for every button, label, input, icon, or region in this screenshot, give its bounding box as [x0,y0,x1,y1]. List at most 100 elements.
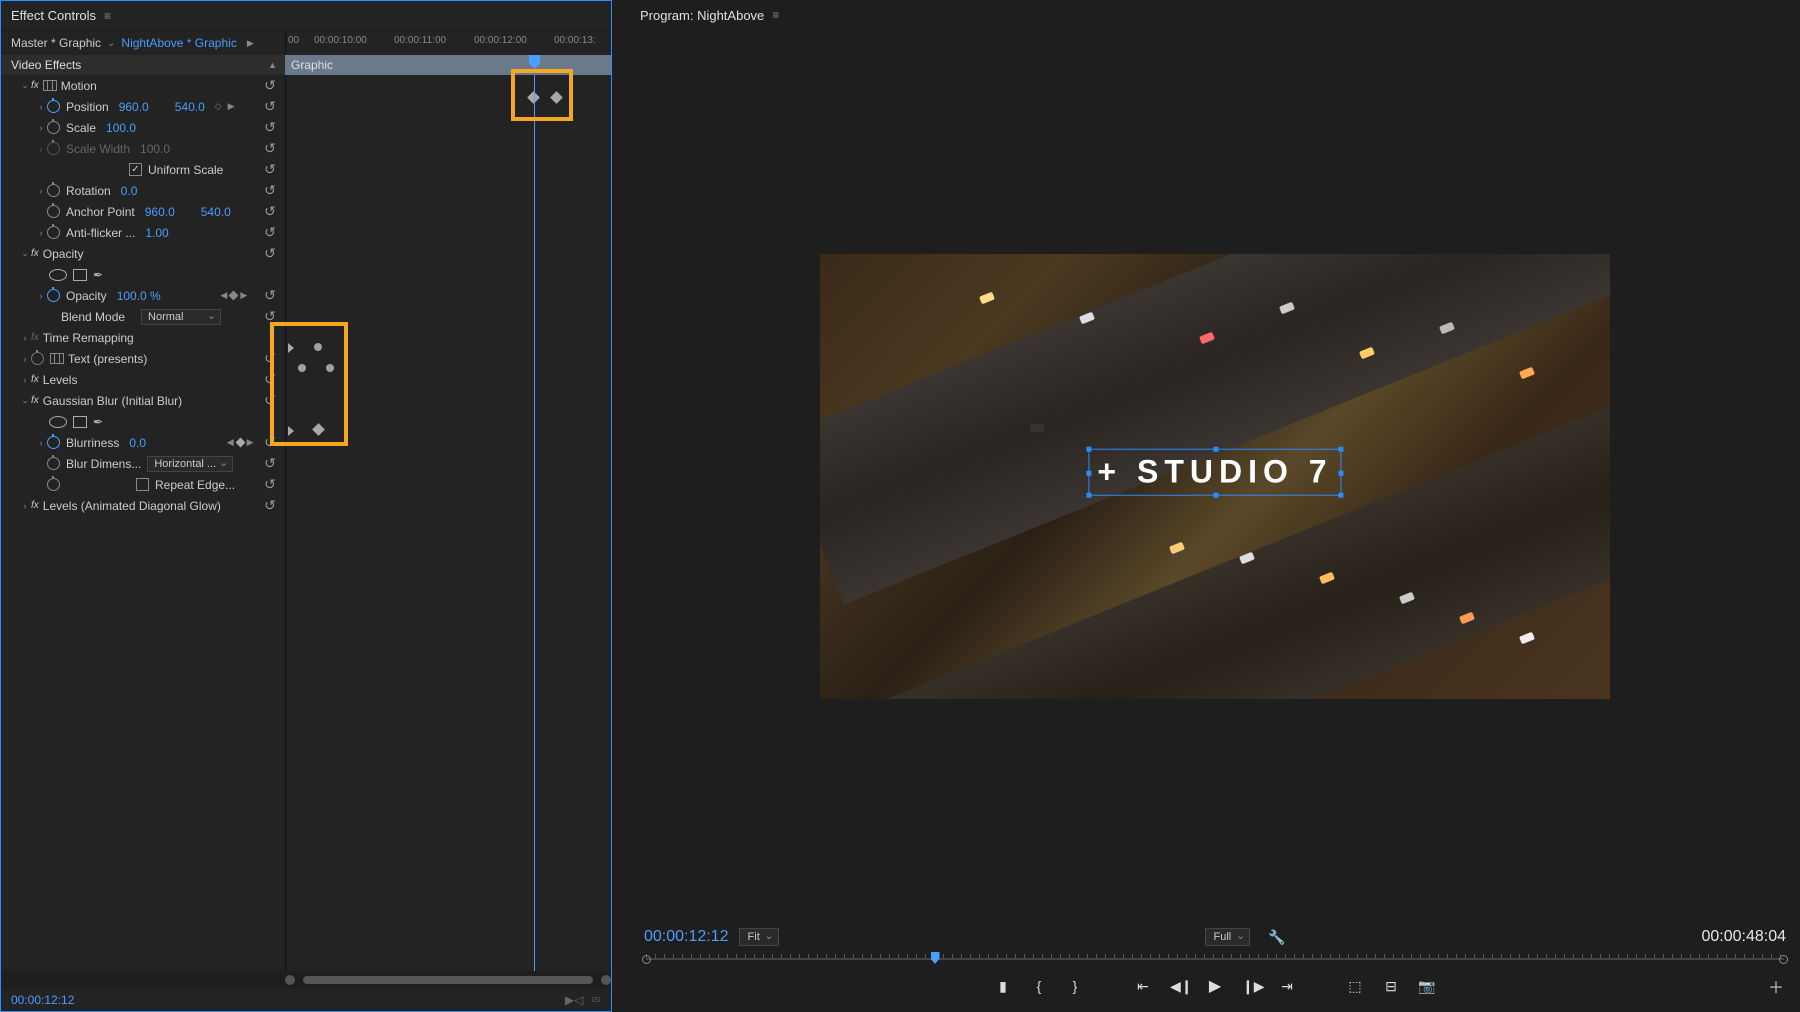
twirl-right-icon[interactable]: › [35,291,47,301]
bracket-out-icon[interactable]: } [1066,978,1084,994]
keyframe-circle[interactable] [298,364,306,372]
blurriness-value[interactable]: 0.0 [129,436,146,450]
opacity-effect-header[interactable]: ⌄ fx Opacity ↺ [1,243,285,264]
anchor-y-value[interactable]: 540.0 [201,205,231,219]
chevron-down-icon[interactable]: ⌄ [107,38,115,49]
timeline-ruler[interactable]: 00 00:00:10:00 00:00:11:00 00:00:12:00 0… [285,31,611,55]
button-editor-plus-icon[interactable]: ＋ [1768,974,1784,998]
next-keyframe-icon[interactable]: ▶ [240,290,247,301]
play-icon[interactable]: ▶ [1206,976,1224,996]
clip-bar[interactable]: Graphic [285,55,611,75]
reset-icon[interactable]: ↺ [261,371,279,388]
resize-handle[interactable] [1213,493,1218,498]
title-text-overlay[interactable]: + STUDIO 7 [1088,449,1341,496]
blend-mode-property[interactable]: Blend Mode Normal ↺ [1,306,285,327]
rect-mask-icon[interactable] [73,269,87,281]
video-effects-header[interactable]: Video Effects ▲ [1,55,285,75]
anti-flicker-property[interactable]: › Anti-flicker ... 1.00 ↺ [1,222,285,243]
program-timeline-scrubber[interactable] [646,952,1784,966]
fx-icon[interactable]: fx [31,80,39,91]
resize-handle[interactable] [1086,493,1091,498]
scale-property[interactable]: › Scale 100.0 ↺ [1,117,285,138]
export-icon[interactable]: ⮹ [591,993,601,1008]
next-icon[interactable]: ▶ [228,101,235,112]
twirl-down-icon[interactable]: ⌄ [19,248,31,259]
stopwatch-icon[interactable] [47,226,60,239]
effect-controls-tab[interactable]: Effect Controls ≡ [1,1,611,31]
motion-effect-header[interactable]: ⌄ fx Motion ↺ [1,75,285,96]
reset-icon[interactable]: ↺ [261,497,279,514]
reset-icon[interactable]: ↺ [261,98,279,115]
stopwatch-icon[interactable] [47,457,60,470]
scroll-thumb[interactable] [303,976,593,984]
position-x-value[interactable]: 960.0 [119,100,149,114]
stopwatch-icon[interactable] [47,436,60,449]
twirl-right-icon[interactable]: › [35,228,47,238]
scroll-handle-left[interactable] [285,975,295,985]
ellipse-mask-icon[interactable] [49,416,67,428]
reset-icon[interactable]: ↺ [261,308,279,325]
pen-mask-icon[interactable]: ✒ [93,268,103,282]
resize-handle[interactable] [1339,493,1344,498]
program-video-display[interactable]: + STUDIO 7 [820,254,1610,699]
anti-flicker-value[interactable]: 1.00 [145,226,168,240]
scale-value[interactable]: 100.0 [106,121,136,135]
transform-box-icon[interactable] [50,353,64,364]
add-keyframe-icon[interactable] [235,438,245,448]
reset-icon[interactable]: ↺ [261,161,279,178]
stopwatch-icon[interactable] [31,352,44,365]
reset-icon[interactable]: ↺ [261,140,279,157]
reset-icon[interactable]: ↺ [261,476,279,493]
position-property[interactable]: › Position 960.0540.0 ◇ ▶ ↺ [1,96,285,117]
panel-menu-icon[interactable]: ≡ [772,8,779,22]
program-tab[interactable]: Program: NightAbove ≡ [630,0,1800,30]
fx-icon[interactable]: fx [31,374,39,385]
keyframe-diamond[interactable] [312,423,325,436]
keyframe-circle[interactable] [314,343,322,351]
stopwatch-icon[interactable] [47,121,60,134]
mark-in-icon[interactable]: ▮ [994,978,1012,995]
go-to-in-icon[interactable]: ⇤ [1134,978,1152,995]
go-to-out-icon[interactable]: ⇥ [1278,978,1296,995]
keyframe-timeline-area[interactable] [285,75,611,971]
timeline-end-handle[interactable] [1779,955,1788,964]
twirl-right-icon[interactable]: › [35,186,47,196]
keyframe-half-icon[interactable] [288,343,294,353]
zoom-level-dropdown[interactable]: Fit [739,928,779,946]
twirl-right-icon[interactable]: › [19,375,31,385]
fx-icon[interactable]: fx [31,332,39,343]
resize-handle[interactable] [1086,470,1091,475]
twirl-down-icon[interactable]: ⌄ [19,395,31,406]
keyframe-diamond[interactable] [550,91,563,104]
reset-icon[interactable]: ↺ [261,350,279,367]
reset-icon[interactable]: ↺ [261,119,279,136]
levels-glow-header[interactable]: › fx Levels (Animated Diagonal Glow) ↺ [1,495,285,516]
rotation-property[interactable]: › Rotation 0.0 ↺ [1,180,285,201]
add-keyframe-icon[interactable] [229,291,239,301]
prev-keyframe-icon[interactable]: ◀ [227,437,234,448]
stopwatch-icon[interactable] [47,100,60,113]
loop-playback-icon[interactable]: ▶◁ [565,993,583,1008]
resolution-dropdown[interactable]: Full [1205,928,1251,946]
collapse-triangle-icon[interactable]: ▲ [268,60,277,70]
opacity-property[interactable]: › Opacity 100.0 % ◀▶ ↺ [1,285,285,306]
levels-effect-header[interactable]: › fx Levels ↺ [1,369,285,390]
resize-handle[interactable] [1339,470,1344,475]
stopwatch-icon[interactable] [47,289,60,302]
horizontal-scrollbar[interactable] [1,971,611,989]
position-y-value[interactable]: 540.0 [175,100,205,114]
blur-dimensions-dropdown[interactable]: Horizontal ... [147,456,233,472]
velocity-graph-icon[interactable]: ◇ [215,101,222,112]
program-playhead[interactable] [931,952,940,964]
fx-icon[interactable]: fx [31,248,39,259]
transform-box-icon[interactable] [43,80,57,91]
step-back-icon[interactable]: ◀❙ [1170,978,1188,995]
reset-icon[interactable]: ↺ [261,392,279,409]
rect-mask-icon[interactable] [73,416,87,428]
reset-icon[interactable]: ↺ [261,224,279,241]
repeat-edge-checkbox[interactable] [136,478,149,491]
step-forward-icon[interactable]: ❙▶ [1242,978,1260,995]
timeline-start-handle[interactable] [642,955,651,964]
uniform-scale-property[interactable]: Uniform Scale ↺ [1,159,285,180]
rotation-value[interactable]: 0.0 [121,184,138,198]
